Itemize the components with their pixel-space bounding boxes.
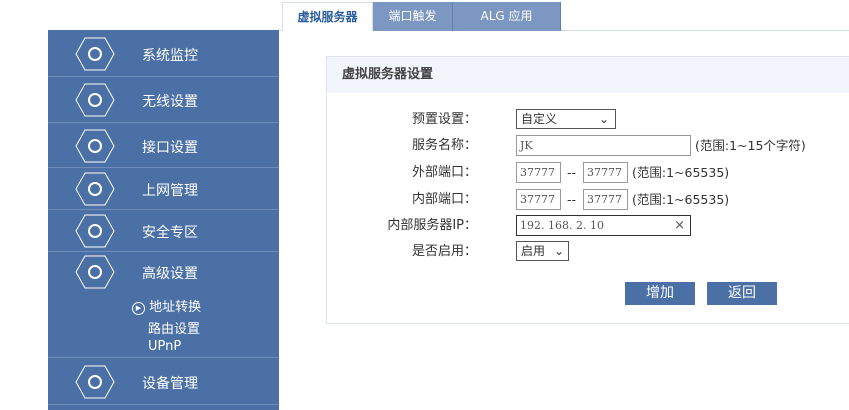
interface-gear-icon bbox=[75, 129, 115, 162]
sidebar-item-0[interactable]: 系统监控 bbox=[48, 30, 279, 77]
service-name-input[interactable]: JK bbox=[516, 135, 691, 156]
tab-virtual-server[interactable]: 虚拟服务器 bbox=[282, 2, 373, 31]
preset-value: 自定义 bbox=[521, 112, 558, 126]
enable-select[interactable]: 启用 ⌄ bbox=[516, 241, 569, 261]
wifi-gear-icon bbox=[75, 83, 115, 117]
gear-icon bbox=[75, 255, 115, 289]
sidebar-item-label: 上网管理 bbox=[142, 183, 198, 199]
ext-port-label: 外部端口： bbox=[411, 165, 477, 180]
sidebar-sub-upnp[interactable]: UPnP bbox=[148, 339, 181, 354]
back-button[interactable]: 返回 bbox=[707, 282, 777, 305]
tab-bar: 虚拟服务器 端口触发 ALG 应用 bbox=[280, 0, 849, 31]
tab-port-trigger[interactable]: 端口触发 bbox=[373, 2, 453, 31]
tab-alg[interactable]: ALG 应用 bbox=[453, 2, 561, 31]
sidebar-item-label: 无线设置 bbox=[142, 94, 198, 110]
sidebar-item-6[interactable]: 设备管理 bbox=[48, 358, 279, 405]
int-port-sep: -- bbox=[567, 192, 577, 207]
submenu-label: 地址转换 bbox=[149, 300, 202, 315]
virtual-server-panel: 虚拟服务器设置 预置设置： 自定义 ⌄ 服务名称： JK (范围:1~15个字符)… bbox=[326, 56, 849, 324]
add-button[interactable]: 增加 bbox=[625, 282, 695, 305]
ip-value: 192. 168. 2. 10 bbox=[520, 219, 604, 232]
preset-label: 预置设置： bbox=[411, 112, 477, 127]
sidebar-item-label: 设备管理 bbox=[142, 375, 198, 392]
sidebar-item-4[interactable]: 安全专区 bbox=[48, 210, 279, 252]
name-hint: (范围:1~15个字符) bbox=[695, 138, 806, 153]
sidebar: 系统监控无线设置接口设置上网管理安全专区高级设置设备管理 ▶ 地址转换 路由设置… bbox=[48, 30, 279, 410]
enable-label: 是否启用： bbox=[411, 244, 477, 259]
shield-lock-icon bbox=[75, 214, 115, 248]
ext-port-hint: (范围:1~65535) bbox=[632, 165, 730, 180]
sidebar-sub-route[interactable]: 路由设置 bbox=[148, 318, 200, 337]
play-circle-icon: ▶ bbox=[132, 302, 145, 315]
sidebar-item-1[interactable]: 无线设置 bbox=[48, 77, 279, 123]
ext-port-to-input[interactable]: 37777 bbox=[583, 162, 628, 183]
name-label: 服务名称： bbox=[411, 138, 477, 153]
device-manage-icon bbox=[75, 365, 115, 398]
ext-port-sep: -- bbox=[567, 165, 577, 180]
monitor-gear-icon bbox=[75, 37, 115, 70]
preset-select[interactable]: 自定义 ⌄ bbox=[516, 109, 616, 129]
server-ip-input[interactable]: 192. 168. 2. 10 × bbox=[516, 215, 691, 236]
sidebar-item-label: 接口设置 bbox=[142, 139, 198, 156]
sidebar-item-2[interactable]: 接口设置 bbox=[48, 123, 279, 168]
ext-port-from-input[interactable]: 37777 bbox=[516, 162, 561, 183]
sidebar-item-3[interactable]: 上网管理 bbox=[48, 168, 279, 210]
sidebar-sub-nat[interactable]: ▶ 地址转换 bbox=[132, 296, 201, 315]
globe-icon bbox=[75, 172, 115, 206]
ip-label: 内部服务器IP： bbox=[387, 218, 477, 233]
sidebar-item-label: 高级设置 bbox=[142, 266, 198, 282]
sidebar-item-label: 系统监控 bbox=[142, 47, 198, 64]
chevron-down-icon: ⌄ bbox=[553, 244, 564, 258]
clear-icon[interactable]: × bbox=[674, 216, 685, 235]
enable-value: 启用 bbox=[521, 244, 546, 258]
int-port-label: 内部端口： bbox=[411, 192, 477, 207]
int-port-hint: (范围:1~65535) bbox=[632, 192, 730, 207]
int-port-from-input[interactable]: 37777 bbox=[516, 189, 561, 210]
panel-title: 虚拟服务器设置 bbox=[327, 57, 849, 93]
sidebar-item-label: 安全专区 bbox=[142, 225, 198, 241]
chevron-down-icon: ⌄ bbox=[598, 112, 609, 126]
int-port-to-input[interactable]: 37777 bbox=[583, 189, 628, 210]
